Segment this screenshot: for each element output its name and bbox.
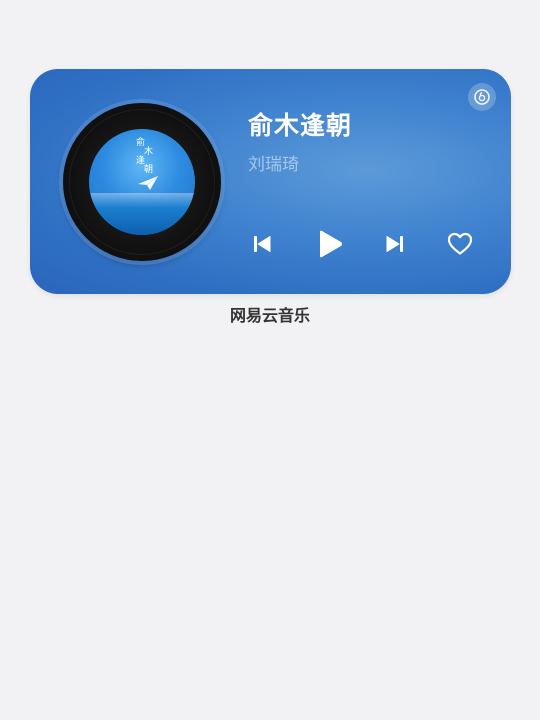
play-button[interactable] [308,222,352,266]
play-icon [320,230,342,258]
cover-title-char: 朝 [144,165,154,175]
netease-music-logo-icon [468,83,496,111]
cover-title-char: 木 [144,147,154,157]
music-widget[interactable]: 俞 木 逢 朝 俞木逢朝 刘瑞琦 [30,69,511,294]
song-title: 俞木逢朝 [248,111,353,140]
previous-button[interactable] [245,227,279,261]
next-button[interactable] [378,227,412,261]
album-cover: 俞 木 逢 朝 [89,129,195,235]
cover-sea [89,193,195,235]
album-vinyl[interactable]: 俞 木 逢 朝 [63,103,221,261]
skip-next-icon [386,236,403,252]
heart-icon [447,232,473,255]
cover-title: 俞 木 逢 朝 [136,139,160,175]
like-button[interactable] [442,226,478,262]
skip-previous-icon [254,236,271,252]
app-label: 网易云音乐 [229,306,310,325]
artist-name: 刘瑞琦 [248,155,299,175]
paper-plane-icon [138,175,159,190]
